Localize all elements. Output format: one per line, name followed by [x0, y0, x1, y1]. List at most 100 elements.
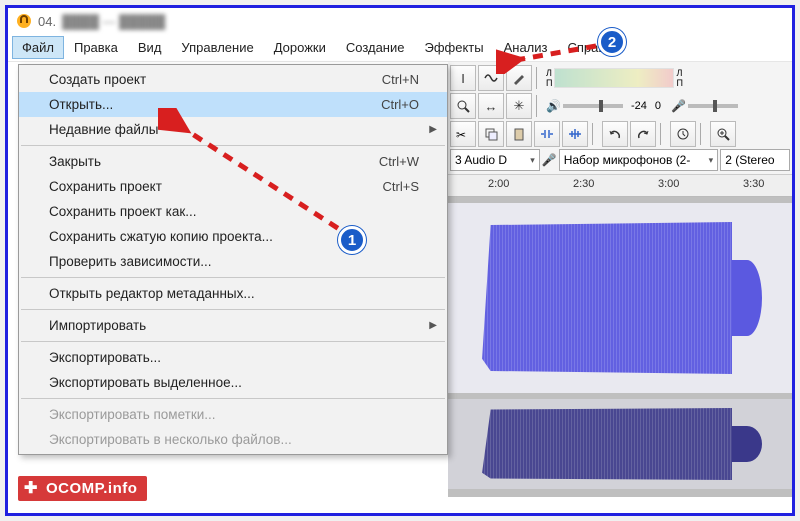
menu-tracks[interactable]: Дорожки	[264, 36, 336, 59]
trim-icon	[539, 127, 555, 141]
sync-lock-button[interactable]	[670, 121, 696, 147]
menu-item-label: Сохранить сжатую копию проекта...	[49, 229, 273, 244]
copy-button[interactable]	[478, 121, 504, 147]
trim-button[interactable]	[534, 121, 560, 147]
silence-icon	[567, 127, 583, 141]
playback-volume-slider[interactable]	[563, 104, 623, 108]
tick-1: 2:00	[488, 178, 509, 190]
menu-item-0[interactable]: Создать проектCtrl+N	[19, 67, 447, 92]
menu-view[interactable]: Вид	[128, 36, 172, 59]
tool-envelope[interactable]	[478, 65, 504, 91]
db-value: -24	[631, 100, 647, 112]
record-volume-slider[interactable]	[688, 104, 738, 108]
menu-item-2[interactable]: Недавние файлы▶	[19, 117, 447, 142]
menu-item-label: Экспортировать выделенное...	[49, 375, 242, 390]
undo-button[interactable]	[602, 121, 628, 147]
annotation-badge-1: 1	[338, 226, 366, 254]
menu-item-label: Экспортировать в несколько файлов...	[49, 432, 292, 447]
clock-icon	[676, 127, 690, 141]
chevron-right-icon: ▶	[429, 320, 437, 331]
menu-analyze[interactable]: Анализ	[494, 36, 558, 59]
track-area[interactable]	[448, 197, 792, 497]
menu-item-1[interactable]: Открыть... Ctrl+O	[19, 92, 447, 117]
tick-4: 3:30	[743, 178, 764, 190]
annotation-badge-2: 2	[598, 28, 626, 56]
menu-generate[interactable]: Создание	[336, 36, 415, 59]
chevron-down-icon: ▾	[709, 155, 714, 166]
menu-item-8[interactable]: Проверить зависимости...	[19, 249, 447, 274]
zoom-in-button[interactable]	[710, 121, 736, 147]
zoom-icon	[456, 99, 470, 113]
menu-item-label: Сохранить проект как...	[49, 204, 197, 219]
copy-icon	[484, 127, 498, 141]
menu-item-7[interactable]: Сохранить сжатую копию проекта...	[19, 224, 447, 249]
menu-item-label: Закрыть	[49, 154, 101, 169]
titlebar: 04. ████ — █████	[8, 8, 792, 34]
rec-meter-l-label: Л	[676, 68, 682, 78]
menu-edit[interactable]: Правка	[64, 36, 128, 59]
title-blurred: ████ — █████	[62, 14, 165, 29]
timeline-ruler[interactable]: 2:00 2:30 3:00 3:30	[448, 175, 792, 197]
tool-selection[interactable]: I	[450, 65, 476, 91]
tick-2: 2:30	[573, 178, 594, 190]
mic-icon-2: 🎤	[542, 153, 557, 167]
menu-item-label: Открыть...	[49, 97, 113, 112]
input-device-value: Набор микрофонов (2-	[564, 153, 691, 167]
meter-r-label: П	[546, 78, 552, 88]
menu-item-5[interactable]: Сохранить проектCtrl+S	[19, 174, 447, 199]
menu-item-4[interactable]: Закрыть Ctrl+W	[19, 149, 447, 174]
menu-effects[interactable]: Эффекты	[414, 36, 493, 59]
undo-icon	[608, 127, 622, 141]
toolbars: I Л П Л П	[448, 62, 792, 175]
channels-combo[interactable]: 2 (Stereo	[720, 149, 790, 171]
menu-item-6[interactable]: Сохранить проект как...	[19, 199, 447, 224]
waveform-channel-1	[448, 222, 732, 374]
menubar: Файл Правка Вид Управление Дорожки Созда…	[8, 34, 792, 62]
speaker-icon: 🔊	[546, 99, 561, 113]
tick-3: 3:00	[658, 178, 679, 190]
scissors-icon: ✂	[456, 127, 470, 141]
menu-item-label: Экспортировать...	[49, 350, 161, 365]
watermark: OCOMP.info	[18, 476, 147, 501]
host-combo[interactable]: 3 Audio D ▾	[450, 149, 540, 171]
mic-icon: 🎤	[671, 99, 686, 113]
menu-separator	[21, 277, 445, 278]
menu-item-10[interactable]: Открыть редактор метаданных...	[19, 281, 447, 306]
menu-item-18: Экспортировать в несколько файлов...	[19, 427, 447, 452]
title-prefix: 04.	[38, 14, 56, 29]
tool-multi[interactable]: ✳	[506, 93, 532, 119]
menu-separator	[21, 145, 445, 146]
menu-transport[interactable]: Управление	[171, 36, 263, 59]
cut-button[interactable]: ✂	[450, 121, 476, 147]
meter-l-label: Л	[546, 68, 552, 78]
menu-item-shortcut: Ctrl+W	[379, 154, 419, 169]
input-device-combo[interactable]: Набор микрофонов (2- ▾	[559, 149, 719, 171]
tool-timeshift[interactable]: ↔	[478, 93, 504, 119]
db-zero: 0	[655, 100, 661, 112]
paste-button[interactable]	[506, 121, 532, 147]
tool-draw[interactable]	[506, 65, 532, 91]
menu-separator	[21, 341, 445, 342]
waveform-tail-1	[732, 260, 762, 336]
menu-item-14[interactable]: Экспортировать...	[19, 345, 447, 370]
menu-item-15[interactable]: Экспортировать выделенное...	[19, 370, 447, 395]
redo-button[interactable]	[630, 121, 656, 147]
menu-separator	[21, 398, 445, 399]
tool-zoom[interactable]	[450, 93, 476, 119]
rec-meter-r-label: П	[676, 78, 682, 88]
menu-item-label: Открыть редактор метаданных...	[49, 286, 255, 301]
file-menu-dropdown: Создать проектCtrl+N Открыть... Ctrl+O Неда…	[18, 64, 448, 455]
app-icon	[16, 13, 32, 29]
menu-item-shortcut: Ctrl+O	[381, 97, 419, 112]
silence-button[interactable]	[562, 121, 588, 147]
pencil-icon	[512, 71, 526, 85]
menu-file[interactable]: Файл	[12, 36, 64, 59]
play-meter[interactable]	[554, 68, 674, 88]
menu-separator	[21, 309, 445, 310]
envelope-icon	[483, 70, 499, 86]
paste-icon	[512, 127, 526, 141]
chevron-down-icon: ▾	[530, 155, 535, 166]
menu-item-label: Недавние файлы	[49, 122, 159, 137]
menu-item-label: Создать проект	[49, 72, 146, 87]
menu-item-12[interactable]: Импортировать▶	[19, 313, 447, 338]
